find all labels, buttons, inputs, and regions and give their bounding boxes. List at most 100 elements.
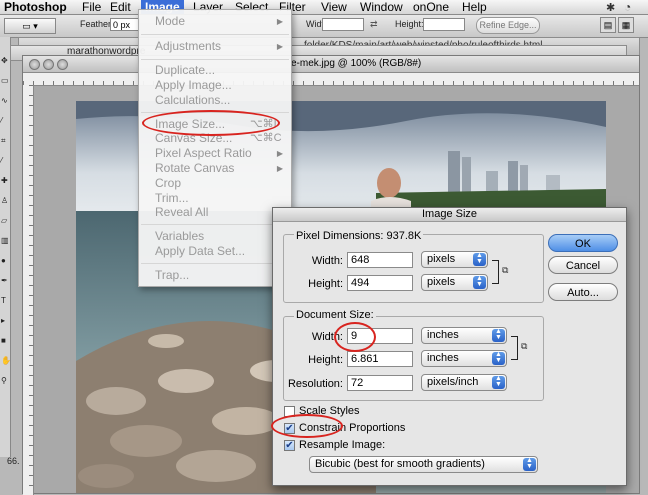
doc-width-highlight-circle [334,322,376,352]
chain-link-icon: ⧉ [521,341,528,351]
tools-palette: ✥ ▭ ∿ ⁄ ⌗ ⁄ ✚ ♙ ▱ ▥ ● ✒ T ▸ ■ ✋ ⚲ [0,37,11,457]
submenu-arrow-icon: ▶ [276,42,283,51]
menu-separator [141,34,289,35]
eraser-icon[interactable]: ▱ [1,217,9,225]
minimize-icon[interactable] [43,59,54,70]
zoom-window-icon[interactable] [57,59,68,70]
bluetooth-icon[interactable]: ✱ [606,1,615,14]
menu-item-trim[interactable]: Trim... [155,191,189,205]
pen-icon[interactable]: ✒ [1,277,9,285]
menu-item-rotate-canvas[interactable]: Rotate Canvas [155,161,234,175]
menu-app-photoshop[interactable]: Photoshop [4,0,67,14]
menu-item-pixel-aspect-ratio[interactable]: Pixel Aspect Ratio [155,146,252,160]
menu-separator [141,263,289,264]
dialog-title: Image Size [273,208,626,222]
pixel-dimensions-size: 937.8K [386,230,422,242]
pixel-link-bracket [492,260,499,284]
swap-icon[interactable]: ⇄ [370,19,378,30]
wifi-icon[interactable]: ◔ [624,0,631,14]
cancel-button[interactable]: Cancel [548,256,618,274]
options-bar: ▭ ▾ Feather: 0 px Width: ⇄ Height: Refin… [0,15,648,38]
menu-separator [141,59,289,60]
chevron-updown-icon: ▲ ▼ [492,351,505,365]
pixel-height-label: Height: [308,278,343,290]
submenu-arrow-icon: ▶ [276,17,283,26]
zoom-icon[interactable]: ⚲ [1,377,9,385]
resolution-unit-select[interactable]: pixels/inch ▲ ▼ [421,374,507,391]
menu-item-calculations[interactable]: Calculations... [155,93,230,107]
image-menu-dropdown: Mode ▶ Adjustments ▶ Duplicate... Apply … [138,9,292,287]
refine-edge-button[interactable]: Refine Edge... [476,17,540,34]
menu-item-adjustments[interactable]: Adjustments [155,39,221,53]
menu-edit[interactable]: Edit [110,0,131,14]
doc-height-label: Height: [308,354,343,366]
path-select-icon[interactable]: ▸ [1,317,9,325]
vertical-ruler [23,85,34,495]
chain-link-icon: ⧉ [502,265,509,275]
palette-icon[interactable]: ▤ [600,17,616,33]
lasso-icon[interactable]: ∿ [1,97,9,105]
menu-help[interactable]: Help [462,0,487,14]
height-label: Height: [395,19,424,29]
menu-item-variables[interactable]: Variables [155,229,204,243]
menu-item-reveal-all[interactable]: Reveal All [155,205,208,219]
brush-icon[interactable]: ⁄ [1,117,9,125]
menu-onone[interactable]: onOne [413,0,449,14]
gradient-icon[interactable]: ▥ [1,237,9,245]
menu-item-trap[interactable]: Trap... [155,268,189,282]
menu-item-crop[interactable]: Crop [155,176,181,190]
type-icon[interactable]: T [1,297,9,305]
healing-icon[interactable]: ✚ [1,177,9,185]
menu-bar: Photoshop File Edit Image Layer Select F… [0,0,648,15]
feather-input[interactable]: 0 px [110,18,140,31]
eyedropper-icon[interactable]: ⁄ [1,157,9,165]
menu-item-apply-data-set[interactable]: Apply Data Set... [155,244,245,258]
pixel-width-field[interactable]: 648 [347,252,413,268]
marquee-icon[interactable]: ▭ [1,77,9,85]
crop-icon[interactable]: ⌗ [1,137,9,145]
chevron-updown-icon: ▲ ▼ [473,252,486,266]
constrain-highlight-circle [271,414,343,438]
pixel-width-label: Width: [311,255,343,267]
resolution-field[interactable]: 72 [347,375,413,391]
document-titlebar: e-mek.jpg @ 100% (RGB/8#) [23,56,639,73]
pixel-width-unit-select[interactable]: pixels ▲ ▼ [421,251,488,268]
feather-label: Feather: [80,19,114,29]
workspace-icon[interactable]: ▦ [618,17,634,33]
hand-icon[interactable]: ✋ [1,357,11,365]
shape-icon[interactable]: ■ [1,337,9,345]
menu-item-duplicate[interactable]: Duplicate... [155,63,215,77]
resample-image-checkbox[interactable]: ✔ [284,440,295,451]
pixel-height-field[interactable]: 494 [347,275,413,291]
dodge-icon[interactable]: ● [1,257,9,265]
chevron-updown-icon: ▲ ▼ [523,457,536,471]
image-size-dialog: Image Size Pixel Dimensions: 937.8K Widt… [272,207,627,486]
horizontal-ruler [23,73,639,86]
zoom-level-readout: 66. [7,456,20,466]
resample-method-select[interactable]: Bicubic (best for smooth gradients) ▲ ▼ [309,456,538,473]
doc-height-field[interactable]: 6.861 [347,351,413,367]
doc-height-unit-select[interactable]: inches ▲ ▼ [421,350,507,367]
document-title: e-mek.jpg @ 100% (RGB/8#) [291,58,422,69]
stamp-icon[interactable]: ♙ [1,197,9,205]
menu-separator [141,224,289,225]
resolution-label: Resolution: [287,378,343,390]
menu-item-mode[interactable]: Mode [155,14,185,28]
chevron-updown-icon: ▲ ▼ [492,375,505,389]
move-tool-icon[interactable]: ✥ [1,57,9,65]
marquee-tool-icon[interactable]: ▭ ▾ [4,18,56,34]
doc-width-unit-select[interactable]: inches ▲ ▼ [421,327,507,344]
height-input[interactable] [423,18,465,31]
close-icon[interactable] [29,59,40,70]
menu-view[interactable]: View [321,0,347,14]
doc-link-bracket [511,336,518,360]
ok-button[interactable]: OK [548,234,618,252]
menu-file[interactable]: File [82,0,101,14]
submenu-arrow-icon: ▶ [276,149,283,158]
width-input[interactable] [322,18,364,31]
auto-button[interactable]: Auto... [548,283,618,301]
menu-window[interactable]: Window [360,0,403,14]
chevron-updown-icon: ▲ ▼ [492,328,505,342]
pixel-height-unit-select[interactable]: pixels ▲ ▼ [421,274,488,291]
menu-item-apply-image[interactable]: Apply Image... [155,78,232,92]
